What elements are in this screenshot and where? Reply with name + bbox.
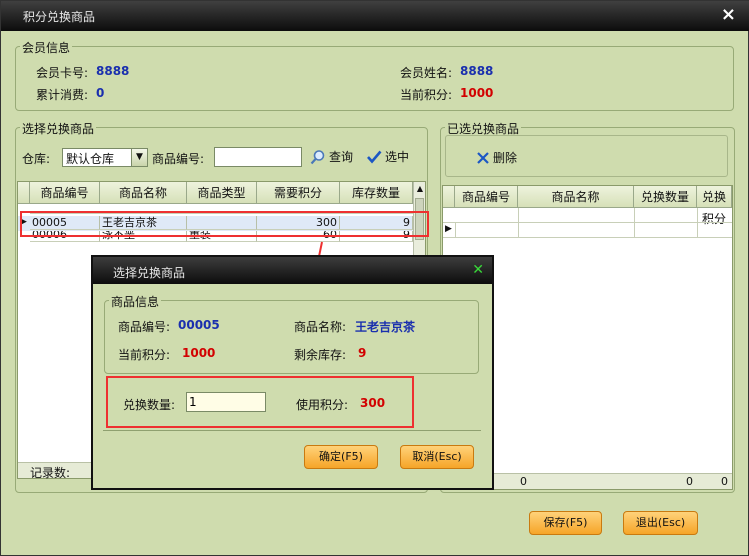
total-quantity: 0 (686, 475, 693, 488)
warehouse-value: 默认仓库 (66, 152, 115, 166)
col-header[interactable]: 兑换数量 (634, 186, 697, 208)
exchange-dialog: 选择兑换商品 ✕ 商品信息 商品编号: 00005 商品名称: 王老吉京茶 当前… (91, 255, 494, 490)
select-button[interactable]: 选中 (366, 148, 409, 165)
member-info-group: 会员信息 会员卡号: 8888 会员姓名: 8888 累计消费: 0 当前积分:… (15, 39, 734, 111)
close-icon[interactable]: × (721, 4, 736, 25)
dialog-stock-label: 剩余库存: (294, 348, 347, 362)
row-pointer-icon: ▶ (445, 224, 452, 234)
total-points: 0 (721, 475, 728, 488)
chevron-down-icon[interactable]: ▼ (131, 149, 147, 166)
dialog-title: 选择兑换商品 (113, 266, 186, 280)
delete-label: 删除 (493, 151, 518, 165)
row-header-corner (443, 186, 455, 208)
check-icon (367, 150, 382, 163)
spend-label: 累计消费: (36, 88, 89, 102)
divider (103, 430, 481, 431)
search-icon (310, 149, 325, 164)
col-header[interactable]: 商品名称 (100, 182, 187, 204)
delete-button[interactable]: 删除 (476, 149, 517, 166)
filter-row (443, 208, 732, 223)
save-button[interactable]: 保存(F5) (529, 511, 602, 535)
dialog-title-bar: 选择兑换商品 ✕ (93, 257, 492, 284)
new-row[interactable]: ▶ (443, 223, 732, 238)
points-label: 当前积分: (400, 88, 453, 102)
dialog-points-label: 当前积分: (118, 348, 171, 362)
col-header[interactable]: 商品名称 (518, 186, 634, 208)
use-points-value: 300 (360, 396, 386, 410)
cancel-button[interactable]: 取消(Esc) (400, 445, 474, 469)
total-quantity-left: 0 (520, 475, 527, 488)
dialog-name-label: 商品名称: (294, 320, 347, 334)
points-value: 1000 (460, 86, 494, 100)
member-name-label: 会员姓名: (400, 66, 453, 80)
select-goods-label: 选择兑换商品 (20, 120, 97, 137)
selected-toolbar: 删除 (445, 135, 728, 177)
query-label: 查询 (329, 150, 354, 164)
record-count-label: 记录数: (30, 466, 71, 480)
card-value: 8888 (96, 64, 130, 78)
goods-code-label: 商品编号: (152, 152, 205, 166)
query-button[interactable]: 查询 (310, 148, 353, 165)
goods-code-input[interactable] (214, 147, 302, 167)
selected-row-highlight (20, 211, 429, 237)
ok-button[interactable]: 确定(F5) (304, 445, 378, 469)
member-name-value: 8888 (460, 64, 494, 78)
close-icon[interactable]: ✕ (472, 262, 484, 278)
card-label: 会员卡号: (36, 66, 89, 80)
delete-icon (477, 151, 489, 164)
col-header[interactable]: 库存数量 (340, 182, 413, 204)
title-bar: 积分兑换商品 × (1, 1, 749, 31)
row-header-corner (18, 182, 30, 204)
col-header[interactable]: 需要积分 (257, 182, 340, 204)
dialog-name-value: 王老吉京茶 (355, 320, 416, 334)
warehouse-label: 仓库: (22, 152, 51, 166)
dialog-points-value: 1000 (182, 346, 216, 360)
col-header[interactable]: 兑换积分 (697, 186, 732, 226)
window-title: 积分兑换商品 (23, 10, 96, 24)
goods-info-label: 商品信息 (109, 293, 162, 310)
col-header[interactable]: 商品编号 (30, 182, 100, 204)
dialog-code-value: 00005 (178, 318, 220, 332)
member-info-label: 会员信息 (20, 39, 73, 56)
select-label: 选中 (385, 150, 410, 164)
qty-input[interactable] (186, 392, 266, 412)
col-header[interactable]: 商品编号 (455, 186, 518, 208)
goods-info-group: 商品信息 商品编号: 00005 商品名称: 王老吉京茶 当前积分: 1000 … (104, 293, 479, 374)
scroll-up-icon[interactable]: ▲ (415, 182, 425, 196)
warehouse-select[interactable]: 默认仓库 ▼ (62, 148, 148, 167)
exit-button[interactable]: 退出(Esc) (623, 511, 698, 535)
use-points-label: 使用积分: (296, 398, 349, 412)
spend-value: 0 (96, 86, 105, 100)
dialog-code-label: 商品编号: (118, 320, 171, 334)
col-header[interactable]: 商品类型 (187, 182, 257, 204)
dialog-stock-value: 9 (358, 346, 367, 360)
exchange-highlight: 兑换数量: 使用积分: 300 (106, 376, 414, 428)
qty-label: 兑换数量: (123, 398, 176, 412)
